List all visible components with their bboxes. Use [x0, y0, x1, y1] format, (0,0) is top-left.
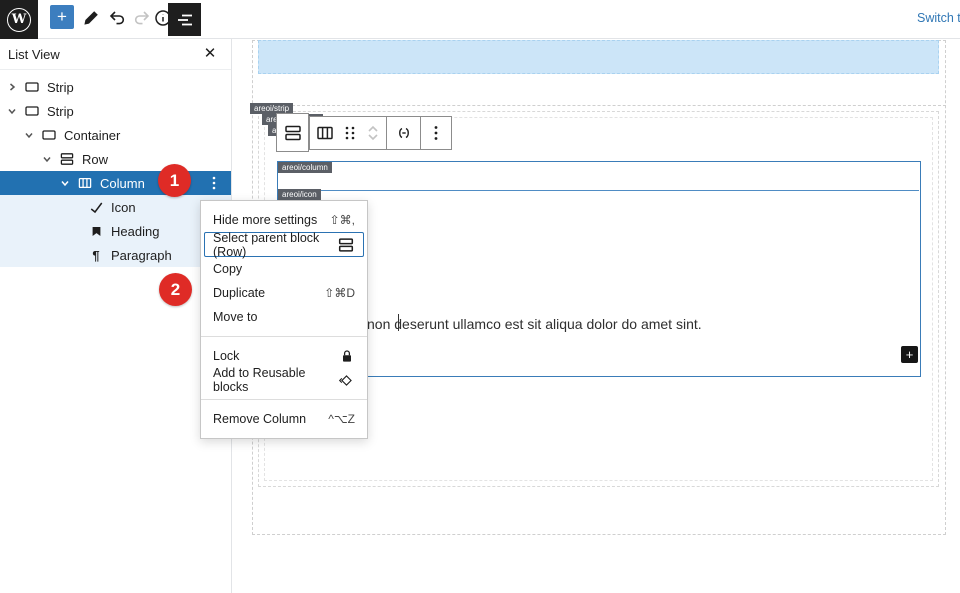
- menu-item-duplicate[interactable]: Duplicate ⇧⌘D: [201, 281, 367, 305]
- menu-item-label: Hide more settings: [213, 213, 317, 227]
- block-options-menu: Hide more settings ⇧⌘, Select parent blo…: [200, 200, 368, 439]
- menu-item-add-to-reusable-blocks[interactable]: Add to Reusable blocks: [201, 368, 367, 392]
- paragraph-icon: ¶: [88, 247, 104, 263]
- menu-item-label: Remove Column: [213, 412, 306, 426]
- shortcut-text: ^⌥Z: [328, 412, 355, 426]
- undo-button[interactable]: [104, 4, 130, 32]
- badge-areoi-icon: areoi/icon: [278, 189, 321, 200]
- close-icon[interactable]: ✕: [199, 43, 221, 65]
- sidebar-item-label: Strip: [47, 80, 74, 95]
- menu-item-label: Add to Reusable blocks: [213, 366, 338, 394]
- chevron-right-icon[interactable]: [6, 82, 17, 93]
- sidebar-item-container[interactable]: Container: [0, 123, 231, 147]
- sidebar-item-icon[interactable]: Icon: [0, 195, 231, 219]
- block-toolbar: [309, 116, 452, 150]
- pencil-icon: [81, 8, 101, 28]
- shortcut-text: ⇧⌘,: [330, 213, 355, 227]
- drag-handle-icon: [342, 124, 358, 142]
- list-view-panel: List View ✕ Strip Strip: [0, 39, 232, 593]
- sidebar-item-label: Paragraph: [111, 248, 172, 263]
- menu-item-hide-more-settings[interactable]: Hide more settings ⇧⌘,: [201, 208, 367, 232]
- sidebar-item-strip-2[interactable]: Strip: [0, 99, 231, 123]
- sidebar-item-label: Icon: [111, 200, 136, 215]
- lock-icon: [339, 348, 355, 364]
- wordpress-block-editor: areoi/strip areoi/container areoi/row ar…: [0, 0, 960, 593]
- column-icon: [77, 175, 93, 191]
- menu-item-label: Move to: [213, 310, 257, 324]
- sidebar-item-paragraph[interactable]: ¶ Paragraph: [0, 243, 231, 267]
- block-inserter-toggle[interactable]: +: [50, 5, 74, 29]
- menu-item-lock[interactable]: Lock: [201, 344, 367, 368]
- column-block-type-button[interactable]: [310, 117, 340, 149]
- menu-item-label: Copy: [213, 262, 242, 276]
- select-parent-row-button[interactable]: [276, 113, 309, 152]
- shortcut-text: ⇧⌘D: [324, 286, 355, 300]
- wordpress-logo-icon: W: [7, 8, 31, 32]
- sidebar-item-row[interactable]: Row: [0, 147, 231, 171]
- sidebar-item-label: Row: [82, 152, 108, 167]
- icon-block-border: [278, 190, 919, 191]
- move-up-down-icon: [364, 123, 382, 143]
- menu-separator: [201, 336, 367, 337]
- block-inserter-button[interactable]: +: [901, 346, 918, 363]
- link-button[interactable]: [386, 117, 420, 149]
- list-view-icon: [175, 10, 195, 30]
- strip-block-top[interactable]: [258, 40, 939, 74]
- wordpress-logo[interactable]: W: [0, 0, 38, 39]
- block-tree: Strip Strip Container: [0, 75, 231, 267]
- menu-item-select-parent-block[interactable]: Select parent block (Row): [204, 232, 364, 257]
- menu-item-label: Select parent block (Row): [213, 231, 337, 259]
- strip-block-icon: [24, 79, 40, 95]
- list-view-toggle-active[interactable]: [168, 3, 201, 36]
- sidebar-item-label: Heading: [111, 224, 159, 239]
- sidebar-item-label: Strip: [47, 104, 74, 119]
- chevron-down-icon[interactable]: [41, 154, 52, 165]
- sidebar-item-strip-1[interactable]: Strip: [0, 75, 231, 99]
- bookmark-flag-icon: [88, 223, 104, 239]
- checkmark-icon: [88, 199, 104, 215]
- container-block-icon: [41, 127, 57, 143]
- list-view-header: List View ✕: [0, 39, 231, 70]
- menu-item-copy[interactable]: Copy: [201, 257, 367, 281]
- list-view-title: List View: [8, 47, 60, 62]
- sidebar-item-heading[interactable]: Heading: [0, 219, 231, 243]
- menu-item-remove-column[interactable]: Remove Column ^⌥Z: [201, 407, 367, 431]
- drag-handle[interactable]: [340, 117, 360, 149]
- annotation-step-2: 2: [159, 273, 192, 306]
- sidebar-item-label: Column: [100, 176, 145, 191]
- sidebar-item-label: Container: [64, 128, 120, 143]
- sidebar-item-column-selected[interactable]: Column: [0, 171, 231, 195]
- chevron-down-icon[interactable]: [23, 130, 34, 141]
- menu-item-label: Lock: [213, 349, 239, 363]
- chevron-down-icon[interactable]: [6, 106, 17, 117]
- menu-item-move-to[interactable]: Move to: [201, 305, 367, 329]
- column-block-selected[interactable]: [277, 161, 921, 377]
- options-ellipsis-icon[interactable]: [201, 171, 227, 195]
- block-mover-buttons[interactable]: [360, 117, 386, 149]
- strip-block-icon: [24, 103, 40, 119]
- strip-block-divider: [252, 105, 946, 106]
- reusable-block-icon: [338, 372, 355, 389]
- link-icon: [394, 123, 414, 143]
- redo-icon: [132, 8, 152, 28]
- edit-tool-button[interactable]: [78, 4, 104, 32]
- paragraph-block-text[interactable]: non deserunt ullamco est sit aliqua dolo…: [367, 316, 787, 332]
- row-icon: [337, 236, 355, 254]
- editor-topbar: W + Switch to d: [0, 0, 960, 39]
- row-icon: [59, 151, 75, 167]
- annotation-step-1: 1: [158, 164, 191, 197]
- menu-item-label: Duplicate: [213, 286, 265, 300]
- options-ellipsis-icon[interactable]: [420, 117, 450, 149]
- row-icon: [283, 123, 303, 143]
- chevron-down-icon[interactable]: [59, 178, 70, 189]
- column-icon: [315, 123, 335, 143]
- text-cursor: [398, 314, 399, 331]
- switch-to-draft-link[interactable]: Switch to d: [917, 11, 960, 25]
- badge-areoi-column: areoi/column: [278, 162, 332, 173]
- menu-separator: [201, 399, 367, 400]
- undo-icon: [107, 8, 127, 28]
